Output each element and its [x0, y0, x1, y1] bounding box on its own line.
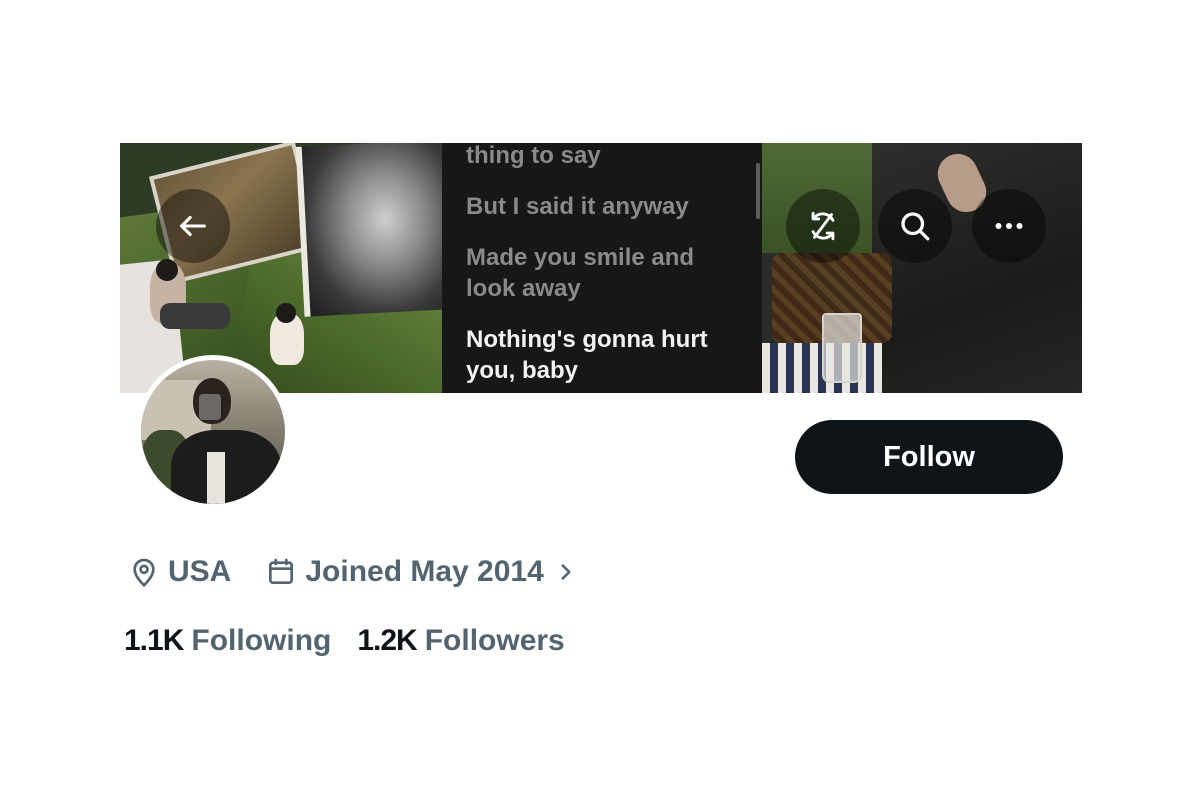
location: USA: [128, 555, 231, 589]
arrow-left-icon: [180, 215, 206, 237]
banner-lyrics-panel: thing to say But I said it anyway Made y…: [442, 143, 762, 393]
lyrics-scrollbar: [756, 163, 760, 219]
profile-meta: USA Joined May 2014: [128, 552, 584, 592]
lyric-line: look away: [466, 275, 581, 302]
joined-text: Joined May 2014: [305, 555, 544, 588]
lyric-line: Made you smile and: [466, 244, 695, 271]
back-button[interactable]: [156, 189, 230, 263]
following-link[interactable]: 1.1K Following: [124, 624, 331, 658]
lyric-line: But I said it anyway: [466, 193, 689, 220]
chevron-right-icon: [561, 564, 571, 580]
search-button[interactable]: [878, 189, 952, 263]
follow-button[interactable]: Follow: [795, 420, 1063, 494]
avatar-photo: [141, 360, 285, 504]
search-icon: [901, 212, 930, 241]
avatar[interactable]: [136, 355, 290, 509]
calendar-icon: [269, 558, 294, 584]
profile-screen: thing to say But I said it anyway Made y…: [0, 0, 1200, 800]
lyric-line-active: Nothing's gonna hurt: [466, 326, 708, 353]
profile-banner: thing to say But I said it anyway Made y…: [120, 143, 1082, 393]
following-count: 1.1K: [124, 624, 184, 657]
more-icon: [995, 223, 1023, 229]
banner-picnic-photo: [762, 143, 1082, 393]
lyric-line: thing to say: [466, 143, 601, 169]
sync-button[interactable]: [786, 189, 860, 263]
sync-off-icon: [811, 211, 835, 241]
followers-count: 1.2K: [357, 624, 417, 657]
followers-label: Followers: [424, 624, 565, 657]
more-button[interactable]: [972, 189, 1046, 263]
follow-stats: 1.1K Following 1.2K Followers: [124, 621, 591, 661]
following-label: Following: [191, 624, 332, 657]
location-pin-icon: [133, 558, 155, 588]
joined-date[interactable]: Joined May 2014: [265, 555, 583, 589]
location-text: USA: [168, 555, 232, 588]
lyric-line-active: you, baby: [466, 357, 579, 384]
followers-link[interactable]: 1.2K Followers: [357, 624, 564, 658]
banner-photo-collage: [120, 143, 442, 393]
